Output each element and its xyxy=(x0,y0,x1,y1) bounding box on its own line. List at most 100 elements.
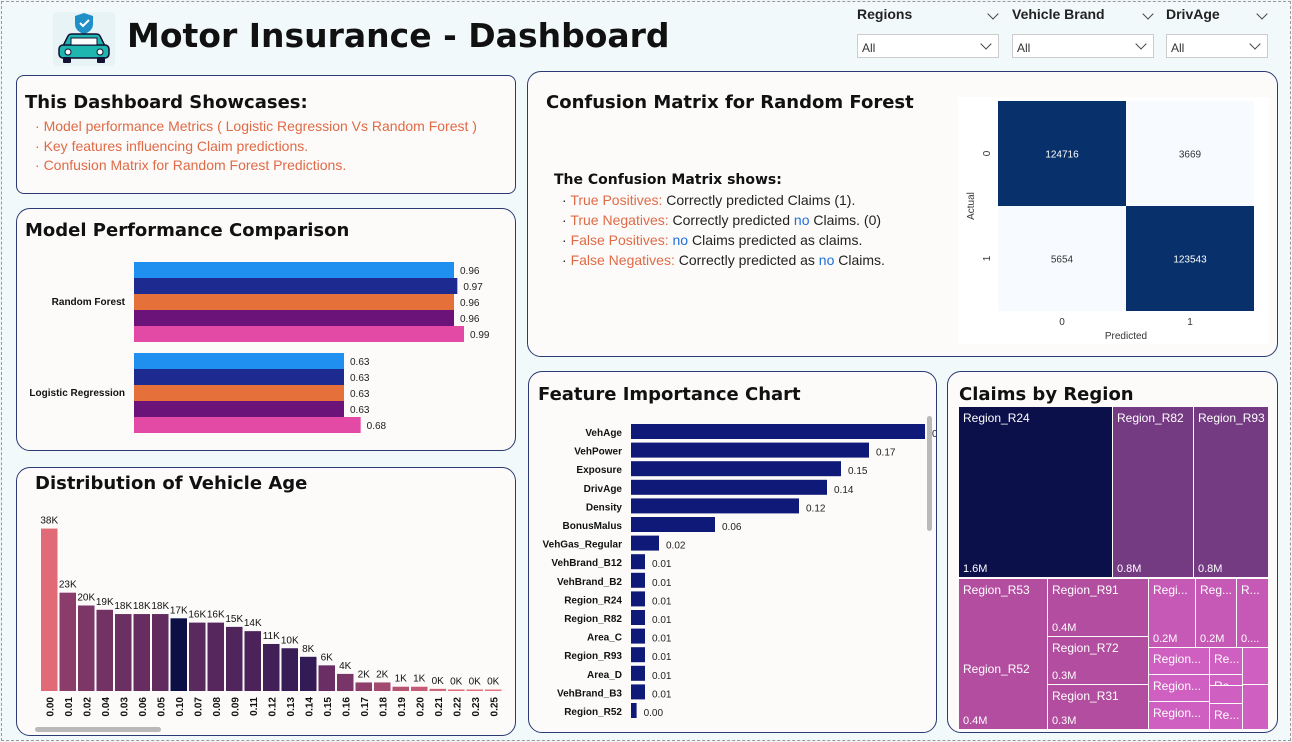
treemap-cell[interactable]: Region_R91 0.4M xyxy=(1048,579,1148,636)
x-tick-label: 0.12 xyxy=(267,697,278,717)
model-performance-card: Model Performance Comparison Random Fore… xyxy=(16,208,516,451)
vehicle-age-chart: 38K 0.00 23K 0.01 20K 0.02 19K 0.04 18K 0.03 18K 0.… xyxy=(40,516,502,717)
y-axis-label: Actual xyxy=(966,192,977,220)
feature-importance-card: Feature Importance Chart VehAge0.21VehPo… xyxy=(528,371,937,733)
treemap-cell[interactable]: Region_R52 0.4M xyxy=(959,658,1047,729)
bar xyxy=(631,572,645,588)
chevron-down-icon[interactable] xyxy=(980,38,992,50)
bar xyxy=(318,665,335,691)
x-tick-label: 0.21 xyxy=(434,697,445,717)
treemap-cell[interactable]: Region... xyxy=(1149,702,1209,729)
claims-region-card: Claims by Region Region_R24 1.6M Region_R8… xyxy=(947,371,1278,733)
x-tick-label: 0.10 xyxy=(175,697,186,717)
cell-value: 5654 xyxy=(1051,255,1074,266)
cell-label: Re... xyxy=(1214,652,1240,666)
treemap-cell[interactable]: Re... xyxy=(1210,675,1242,685)
cell-value: 0.2M xyxy=(1200,633,1225,645)
treemap-cell[interactable]: Region_R82 0.8M xyxy=(1113,407,1193,577)
treemap-cell[interactable]: Re... xyxy=(1210,648,1242,674)
filter-select[interactable]: All xyxy=(1012,34,1154,58)
treemap-cell[interactable]: Region... xyxy=(1149,675,1209,701)
treemap-cell[interactable] xyxy=(1210,686,1242,703)
treemap-cell[interactable]: Reg... 0.2M xyxy=(1196,579,1236,647)
category-label: Region_R24 xyxy=(564,595,622,606)
category-label: Region_R93 xyxy=(564,651,622,662)
filter-select[interactable]: All xyxy=(857,34,999,58)
cell-label: Re... xyxy=(1214,679,1239,685)
cell-value: 3669 xyxy=(1179,150,1202,161)
filter-drivage[interactable]: DrivAge All xyxy=(1166,6,1268,58)
category-label: Area_D xyxy=(587,670,622,681)
vertical-scrollbar[interactable] xyxy=(927,416,932,531)
data-label: 6K xyxy=(321,652,334,663)
bar xyxy=(226,626,243,691)
treemap-cell[interactable] xyxy=(1243,648,1268,684)
treemap-cell[interactable]: Region_R24 1.6M xyxy=(959,407,1112,577)
data-label: 0.01 xyxy=(652,652,672,663)
horizontal-scrollbar[interactable] xyxy=(35,727,161,732)
category-label: DrivAge xyxy=(584,484,623,495)
confusion-subheading: The Confusion Matrix shows: xyxy=(554,172,782,188)
x-tick-label: 0.02 xyxy=(82,697,93,717)
cell-value: 0.... xyxy=(1241,633,1260,645)
chevron-down-icon[interactable] xyxy=(1135,38,1147,50)
x-tick-label: 0.13 xyxy=(286,697,297,717)
data-label: 2K xyxy=(358,669,371,680)
cell-label: R... xyxy=(1241,583,1260,597)
model-performance-chart: Random Forest 0.96 0.97 0.96 0.96 0.99 Logisti… xyxy=(29,262,490,433)
data-label: 0.63 xyxy=(350,389,370,400)
data-label: 0.01 xyxy=(652,559,672,570)
treemap-cell[interactable] xyxy=(1243,685,1268,729)
data-label: 0.63 xyxy=(350,373,370,384)
bar xyxy=(631,517,715,532)
cell-label: Region... xyxy=(1153,652,1202,666)
bar xyxy=(631,665,645,681)
bar xyxy=(281,648,298,691)
data-label: 0.01 xyxy=(652,671,672,682)
x-tick-label: 0.14 xyxy=(304,697,315,717)
bar xyxy=(631,628,645,644)
x-tick-label: 0.04 xyxy=(101,697,112,717)
x-tick-label: 0.23 xyxy=(471,697,482,717)
data-label: 0.68 xyxy=(367,421,387,432)
heatmap-panel: 124716 3669 5654 123543 0 1 0 1 Predicted Actual xyxy=(958,97,1269,344)
data-label: 16K xyxy=(188,610,206,621)
filter-vehicle-brand[interactable]: Vehicle Brand All xyxy=(1012,6,1154,58)
x-tick-label: 0.06 xyxy=(138,697,149,717)
bar xyxy=(134,278,458,294)
cell-label: Region_R72 xyxy=(1052,641,1119,655)
category-label: Density xyxy=(586,502,623,513)
confusion-title: Confusion Matrix for Random Forest xyxy=(546,92,914,113)
bar xyxy=(448,689,465,691)
bar xyxy=(411,686,428,691)
data-label: 0.01 xyxy=(652,596,672,607)
bar xyxy=(134,262,454,278)
treemap-cell[interactable]: Region_R93 0.8M xyxy=(1194,407,1268,577)
bar xyxy=(631,479,827,495)
data-label: 0.15 xyxy=(848,466,868,477)
bar xyxy=(59,592,76,691)
bar xyxy=(355,682,372,691)
treemap-cell[interactable]: Region... xyxy=(1149,648,1209,674)
filter-regions[interactable]: Regions All xyxy=(857,6,999,58)
treemap-cell[interactable]: Region_R72 0.3M xyxy=(1048,637,1148,684)
data-label: 19K xyxy=(96,597,114,608)
chevron-down-icon[interactable] xyxy=(1249,38,1261,50)
filter-select[interactable]: All xyxy=(1166,34,1268,58)
treemap-cell[interactable]: Re... xyxy=(1210,704,1242,729)
treemap-cell[interactable]: R... 0.... xyxy=(1237,579,1268,647)
x-tick-label: 0.18 xyxy=(378,697,389,717)
bar xyxy=(374,682,391,691)
data-label: 20K xyxy=(77,593,95,604)
bar xyxy=(631,554,645,570)
data-label: 0.63 xyxy=(350,357,370,368)
bar xyxy=(134,369,344,385)
treemap-cell[interactable]: Region_R31 0.3M xyxy=(1048,685,1148,729)
treemap-cell[interactable]: Regi... 0.2M xyxy=(1149,579,1195,647)
x-tick-label: 0.20 xyxy=(415,697,426,717)
data-label: 0.96 xyxy=(460,266,480,277)
data-label: 0.14 xyxy=(834,485,854,496)
bar xyxy=(134,310,454,326)
bar xyxy=(134,326,464,342)
y-tick-label: 0 xyxy=(982,150,993,156)
